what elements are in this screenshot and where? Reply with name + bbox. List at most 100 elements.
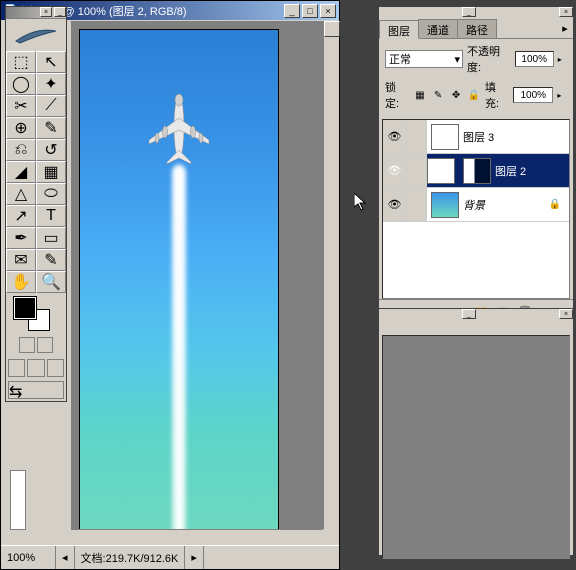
panel-tabs: 图层 通道 路径 ▸: [379, 19, 573, 39]
hand-tool[interactable]: ✋: [6, 271, 36, 293]
artwork-sky: [80, 30, 278, 533]
layer-name[interactable]: 背景: [463, 197, 485, 213]
quickmask-mode-button[interactable]: [37, 337, 53, 353]
opacity-arrow-button[interactable]: ▸: [558, 55, 567, 64]
visibility-toggle[interactable]: 👁: [383, 188, 407, 221]
toolbox-minimize-button[interactable]: _: [54, 7, 66, 17]
layer-mask-thumbnail[interactable]: [427, 158, 455, 184]
close-button[interactable]: ×: [320, 4, 336, 18]
blend-mode-select[interactable]: 正常: [385, 50, 463, 68]
layers-list: 👁 图层 3 👁 图层 2 👁 背景 🔒: [382, 119, 570, 299]
jump-to-button[interactable]: ⇆: [8, 381, 64, 399]
brush-tool[interactable]: ✎: [36, 117, 66, 139]
fill-input[interactable]: 100%: [513, 87, 553, 103]
wand-tool[interactable]: ✦: [36, 73, 66, 95]
info-arrow-button[interactable]: ▸: [185, 546, 204, 569]
type-tool[interactable]: T: [36, 205, 66, 227]
color-swatches[interactable]: [6, 293, 66, 333]
scroll-left-button[interactable]: ◂: [56, 546, 75, 569]
tool-grid: ⬚ ↖ ◯ ✦ ✂ ⟋ ⊕ ✎ ⎌ ↺ ◢ ▦ △ ⬭ ↗ T ✒ ▭ ✉ ✎ …: [6, 51, 66, 293]
dodge-tool[interactable]: ⬭: [36, 183, 66, 205]
move-tool[interactable]: ↖: [36, 51, 66, 73]
blur-tool[interactable]: △: [6, 183, 36, 205]
mask-mode-row: [6, 333, 66, 357]
heal-tool[interactable]: ⊕: [6, 117, 36, 139]
link-toggle[interactable]: [407, 120, 427, 153]
panel-close-button[interactable]: ×: [559, 7, 573, 17]
opacity-label: 不透明度:: [467, 43, 511, 75]
screen-mode-1-button[interactable]: [8, 359, 25, 377]
lock-label: 锁定:: [385, 79, 409, 111]
pen-tool[interactable]: ✒: [6, 227, 36, 249]
ruler-fragment: [10, 470, 26, 530]
navigator-body[interactable]: [382, 335, 570, 559]
layer-name[interactable]: 图层 2: [495, 163, 526, 179]
scroll-up-button[interactable]: [324, 21, 340, 37]
notes-tool[interactable]: ✉: [6, 249, 36, 271]
lock-position-button[interactable]: ✥: [449, 88, 463, 102]
panel-menu-button[interactable]: ▸: [557, 19, 573, 38]
visibility-toggle[interactable]: 👁: [383, 120, 407, 153]
nav-minimize-button[interactable]: _: [462, 309, 476, 319]
link-toggle[interactable]: [407, 188, 427, 221]
panel-header[interactable]: _ ×: [379, 7, 573, 19]
tab-layers[interactable]: 图层: [379, 20, 419, 39]
vertical-scrollbar[interactable]: [323, 21, 339, 529]
shape-tool[interactable]: ▭: [36, 227, 66, 249]
visibility-toggle[interactable]: 👁: [383, 154, 407, 187]
standard-mode-button[interactable]: [19, 337, 35, 353]
layer-thumbnail[interactable]: [431, 124, 459, 150]
layer-thumbnail[interactable]: [431, 192, 459, 218]
fill-label: 填充:: [485, 79, 509, 111]
tab-paths[interactable]: 路径: [457, 19, 497, 38]
gradient-tool[interactable]: ▦: [36, 161, 66, 183]
stamp-tool[interactable]: ⎌: [6, 139, 36, 161]
artwork-contrail: [172, 165, 186, 534]
layer-row[interactable]: 👁 图层 2: [383, 154, 569, 188]
eraser-tool[interactable]: ◢: [6, 161, 36, 183]
eyedropper-tool[interactable]: ✎: [36, 249, 66, 271]
maximize-button[interactable]: □: [302, 4, 318, 18]
toolbox: _ × ⬚ ↖ ◯ ✦ ✂ ⟋ ⊕ ✎ ⎌ ↺ ◢ ▦ △ ⬭ ↗ T ✒ ▭ …: [5, 6, 67, 402]
lasso-tool[interactable]: ◯: [6, 73, 36, 95]
nav-close-button[interactable]: ×: [559, 309, 573, 319]
crop-tool[interactable]: ✂: [6, 95, 36, 117]
link-toggle[interactable]: [407, 154, 427, 187]
zoom-tool[interactable]: 🔍: [36, 271, 66, 293]
panel-minimize-button[interactable]: _: [462, 7, 476, 17]
lock-all-button[interactable]: 🔒: [467, 88, 481, 102]
fill-arrow-button[interactable]: ▸: [557, 91, 567, 100]
app-logo: [6, 19, 66, 51]
screen-mode-3-button[interactable]: [47, 359, 64, 377]
layers-panel: _ × 图层 通道 路径 ▸ 正常 不透明度: 100% ▸ 锁定: ▦ ✎ ✥…: [378, 6, 574, 324]
layer-row[interactable]: 👁 背景 🔒: [383, 188, 569, 222]
path-tool[interactable]: ↗: [6, 205, 36, 227]
foreground-color-swatch[interactable]: [14, 297, 36, 319]
slice-tool[interactable]: ⟋: [36, 95, 66, 117]
horizontal-scrollbar[interactable]: [71, 529, 323, 545]
doc-info[interactable]: 文档:219.7K/912.6K: [75, 546, 186, 569]
toolbox-close-button[interactable]: ×: [40, 7, 52, 17]
nav-panel-header[interactable]: _ ×: [379, 309, 573, 321]
jump-row: ⇆: [6, 379, 66, 401]
toolbox-header[interactable]: _ ×: [6, 7, 66, 19]
screen-mode-row: [6, 357, 66, 379]
navigator-panel: _ ×: [378, 308, 574, 556]
zoom-field[interactable]: 100%: [1, 546, 56, 569]
marquee-tool[interactable]: ⬚: [6, 51, 36, 73]
cursor-icon: [354, 193, 370, 218]
canvas[interactable]: [79, 29, 279, 534]
tab-channels[interactable]: 通道: [418, 19, 458, 38]
lock-transparency-button[interactable]: ▦: [413, 88, 427, 102]
layer-thumbnail[interactable]: [463, 158, 491, 184]
history-brush-tool[interactable]: ↺: [36, 139, 66, 161]
minimize-button[interactable]: _: [284, 4, 300, 18]
opacity-input[interactable]: 100%: [515, 51, 554, 67]
layer-name[interactable]: 图层 3: [463, 129, 494, 145]
panel-controls: 正常 不透明度: 100% ▸ 锁定: ▦ ✎ ✥ 🔒 填充: 100% ▸: [379, 39, 573, 119]
canvas-area[interactable]: [71, 21, 323, 529]
layer-row[interactable]: 👁 图层 3: [383, 120, 569, 154]
lock-pixels-button[interactable]: ✎: [431, 88, 445, 102]
screen-mode-2-button[interactable]: [27, 359, 44, 377]
artwork-plane: [147, 90, 211, 164]
